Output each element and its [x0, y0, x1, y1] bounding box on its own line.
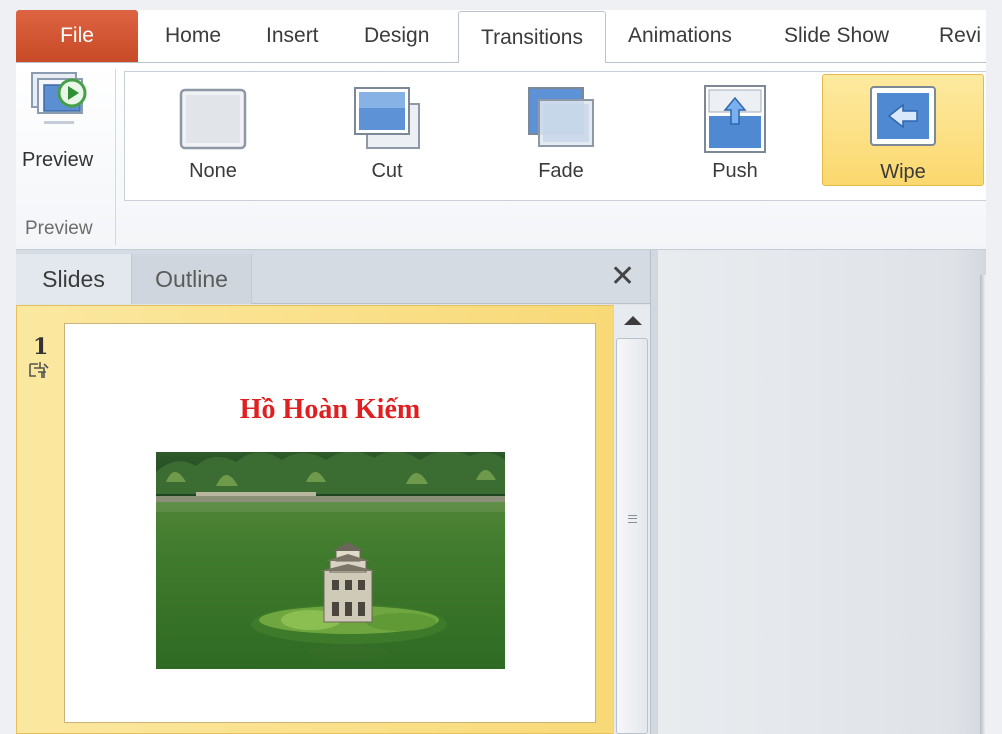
tab-home[interactable]: Home: [165, 10, 221, 62]
slide-canvas-edge: [980, 275, 986, 734]
slide-title: Hồ Hoàn Kiếm: [239, 394, 421, 425]
transitions-ribbon: Preview Preview None Cut Fade Push Wipe: [16, 62, 986, 250]
slide-number: 1: [33, 334, 49, 360]
slides-panel: Slides Outline ✕ 1 Hồ Hoàn Kiếm: [16, 250, 650, 734]
tab-insert[interactable]: Insert: [266, 10, 319, 62]
scrollbar-thumb[interactable]: [616, 338, 648, 734]
tab-animations[interactable]: Animations: [628, 10, 732, 62]
preview-group-label: Preview: [25, 218, 93, 239]
close-panel-icon[interactable]: ✕: [610, 262, 635, 292]
push-transition-icon: [704, 85, 766, 153]
transition-push[interactable]: Push: [657, 72, 813, 200]
preview-button[interactable]: Preview: [16, 63, 116, 188]
grip-icon: [628, 515, 637, 523]
tab-slide-show[interactable]: Slide Show: [784, 10, 889, 62]
transition-cut-label: Cut: [371, 160, 403, 182]
transition-cut[interactable]: Cut: [309, 72, 465, 200]
slide-thumbnail[interactable]: Hồ Hoàn Kiếm: [64, 323, 596, 723]
ribbon-tab-strip: File Home Insert Design Transitions Anim…: [16, 10, 986, 63]
fade-transition-icon: [528, 87, 594, 147]
preview-button-label: Preview: [22, 149, 94, 171]
cut-transition-icon: [354, 87, 420, 149]
preview-icon: [31, 72, 87, 124]
scroll-up-arrow-icon[interactable]: [624, 316, 642, 325]
none-transition-icon: [179, 88, 247, 150]
transition-fade[interactable]: Fade: [483, 72, 639, 200]
tab-slides[interactable]: Slides: [16, 254, 132, 304]
lake-photo: [156, 452, 505, 669]
transition-fade-label: Fade: [538, 160, 584, 182]
transition-indicator-icon: [29, 362, 49, 378]
transition-none[interactable]: None: [135, 72, 291, 200]
pane-splitter[interactable]: [650, 250, 658, 734]
transition-wipe-label: Wipe: [880, 161, 926, 183]
transition-wipe[interactable]: Wipe: [822, 74, 984, 186]
wipe-transition-icon: [870, 86, 936, 146]
transition-none-label: None: [189, 160, 237, 182]
tab-design[interactable]: Design: [364, 10, 429, 62]
slide-editing-area[interactable]: [658, 250, 986, 734]
tab-transitions[interactable]: Transitions: [458, 11, 606, 63]
transition-gallery: None Cut Fade Push Wipe: [124, 71, 986, 201]
tab-outline[interactable]: Outline: [132, 254, 252, 304]
group-divider: [115, 69, 116, 245]
slides-scrollbar[interactable]: [613, 305, 650, 734]
tab-file[interactable]: File: [16, 10, 138, 62]
slides-panel-tabs: Slides Outline ✕: [16, 250, 650, 304]
tab-review[interactable]: Revi: [939, 10, 981, 62]
slide-thumbnail-row[interactable]: 1 Hồ Hoàn Kiếm: [16, 305, 614, 734]
transition-push-label: Push: [712, 160, 758, 182]
